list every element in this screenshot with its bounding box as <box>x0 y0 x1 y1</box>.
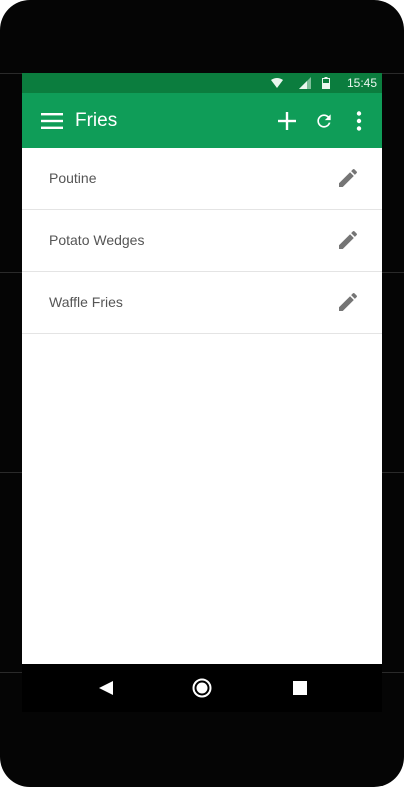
add-icon <box>278 111 296 130</box>
page-title: Fries <box>75 110 118 131</box>
home-icon <box>192 678 212 698</box>
system-nav-bar <box>22 664 382 712</box>
list-item[interactable]: Poutine <box>22 148 382 210</box>
back-icon <box>99 681 113 695</box>
recents-button[interactable] <box>288 676 312 700</box>
list-item-label: Potato Wedges <box>49 232 145 248</box>
frame-divider <box>382 73 404 74</box>
device-frame: 15:45 Fries Poutine Potato Wedges Waffle… <box>0 0 404 787</box>
more-vert-icon <box>356 110 362 131</box>
frame-divider <box>0 472 22 473</box>
frame-divider <box>382 672 404 673</box>
edit-icon[interactable] <box>336 166 360 190</box>
frame-divider <box>0 272 22 273</box>
status-time: 15:45 <box>346 76 377 90</box>
frame-divider <box>382 472 404 473</box>
signal-icon <box>299 77 311 89</box>
list-item-label: Waffle Fries <box>49 294 123 310</box>
list-item[interactable]: Potato Wedges <box>22 210 382 272</box>
menu-icon <box>41 112 63 129</box>
list-item[interactable]: Waffle Fries <box>22 272 382 334</box>
home-button[interactable] <box>190 676 214 700</box>
status-bar: 15:45 <box>22 73 382 93</box>
more-options-button[interactable] <box>343 93 375 148</box>
wifi-icon <box>271 78 283 88</box>
back-button[interactable] <box>94 676 118 700</box>
edit-icon[interactable] <box>336 228 360 252</box>
item-list: Poutine Potato Wedges Waffle Fries <box>22 148 382 334</box>
app-bar: Fries <box>22 93 382 148</box>
menu-button[interactable] <box>36 93 68 148</box>
frame-divider <box>0 672 22 673</box>
add-button[interactable] <box>271 93 303 148</box>
list-item-label: Poutine <box>49 170 97 186</box>
recents-icon <box>293 681 307 695</box>
refresh-button[interactable] <box>308 93 340 148</box>
edit-icon[interactable] <box>336 290 360 314</box>
battery-icon <box>322 77 330 89</box>
frame-divider <box>0 73 22 74</box>
app-screen: 15:45 Fries Poutine Potato Wedges Waffle… <box>22 73 382 664</box>
refresh-icon <box>317 113 331 128</box>
frame-divider <box>382 272 404 273</box>
